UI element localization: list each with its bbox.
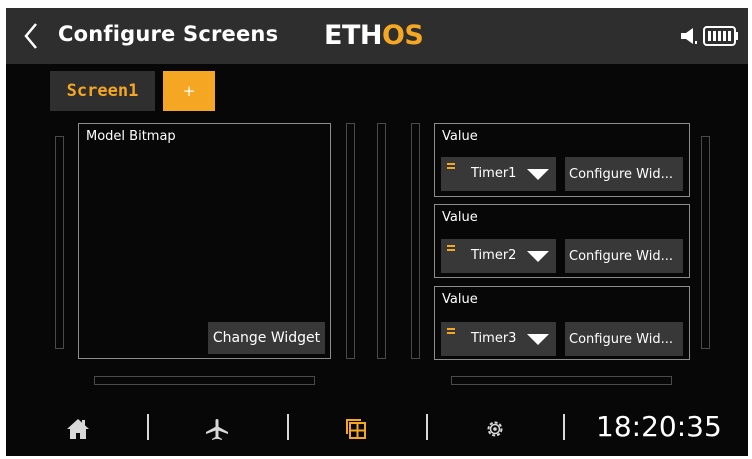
ethos-logo: ETH OS	[324, 17, 424, 53]
widget-title: Value	[442, 292, 478, 307]
battery-icon	[703, 26, 738, 46]
clock: 18:20:35	[596, 410, 722, 443]
airplane-icon[interactable]	[205, 417, 229, 441]
source-dropdown-2[interactable]: Timer2	[441, 239, 556, 273]
home-icon[interactable]	[66, 417, 90, 441]
logo-text-right: OS	[381, 19, 424, 51]
logo-text-left: ETH	[324, 19, 382, 51]
speaker-icon[interactable]	[680, 26, 698, 46]
configure-widget-button-2[interactable]: Configure Wid...	[565, 239, 683, 273]
chevron-down-icon	[527, 169, 549, 180]
source-dropdown-1[interactable]: Timer1	[441, 157, 556, 191]
radio-screen: Configure Screens ETH OS Screen1 + Model …	[6, 8, 748, 456]
back-arrow-icon	[24, 23, 37, 49]
configure-widget-button-3[interactable]: Configure Wid...	[565, 322, 683, 356]
widget-title: Model Bitmap	[86, 129, 176, 144]
right-panel-horizontal-bar[interactable]	[451, 376, 672, 385]
widget-title: Value	[442, 129, 478, 144]
left-panel-right-bar[interactable]	[346, 123, 355, 359]
right-panel-vertical-bar[interactable]	[701, 136, 710, 349]
dropdown-value: Timer1	[471, 166, 517, 181]
left-panel-vertical-bar[interactable]	[55, 136, 64, 349]
list-icon	[447, 328, 455, 336]
right-panel-left-bar[interactable]	[411, 123, 420, 359]
separator	[147, 414, 149, 440]
screens-icon[interactable]	[345, 418, 367, 440]
list-icon	[447, 245, 455, 253]
separator	[563, 414, 565, 440]
model-bitmap-widget[interactable]: Model Bitmap Change Widget	[78, 123, 331, 359]
page-title: Configure Screens	[58, 22, 279, 46]
settings-gear-icon[interactable]	[484, 418, 506, 440]
back-button[interactable]	[14, 18, 48, 54]
separator	[287, 414, 289, 440]
value-widget-1: Value Timer1 Configure Wid...	[434, 123, 690, 197]
value-widget-2: Value Timer2 Configure Wid...	[434, 204, 690, 278]
separator	[426, 414, 428, 440]
change-widget-button[interactable]: Change Widget	[208, 322, 325, 354]
left-panel-horizontal-bar[interactable]	[94, 376, 315, 385]
bottom-nav: 18:20:35	[6, 404, 748, 456]
center-divider-bar[interactable]	[377, 123, 386, 359]
widget-title: Value	[442, 210, 478, 225]
value-widget-3: Value Timer3 Configure Wid...	[434, 286, 690, 360]
list-icon	[447, 163, 455, 171]
dropdown-value: Timer2	[471, 248, 517, 263]
header-bar: Configure Screens ETH OS	[6, 8, 748, 64]
chevron-down-icon	[527, 251, 549, 262]
source-dropdown-3[interactable]: Timer3	[441, 322, 556, 356]
tab-screen1[interactable]: Screen1	[50, 71, 155, 111]
dropdown-value: Timer3	[471, 331, 517, 346]
configure-widget-button-1[interactable]: Configure Wid...	[565, 157, 683, 191]
chevron-down-icon	[527, 334, 549, 345]
add-screen-tab[interactable]: +	[163, 71, 215, 111]
